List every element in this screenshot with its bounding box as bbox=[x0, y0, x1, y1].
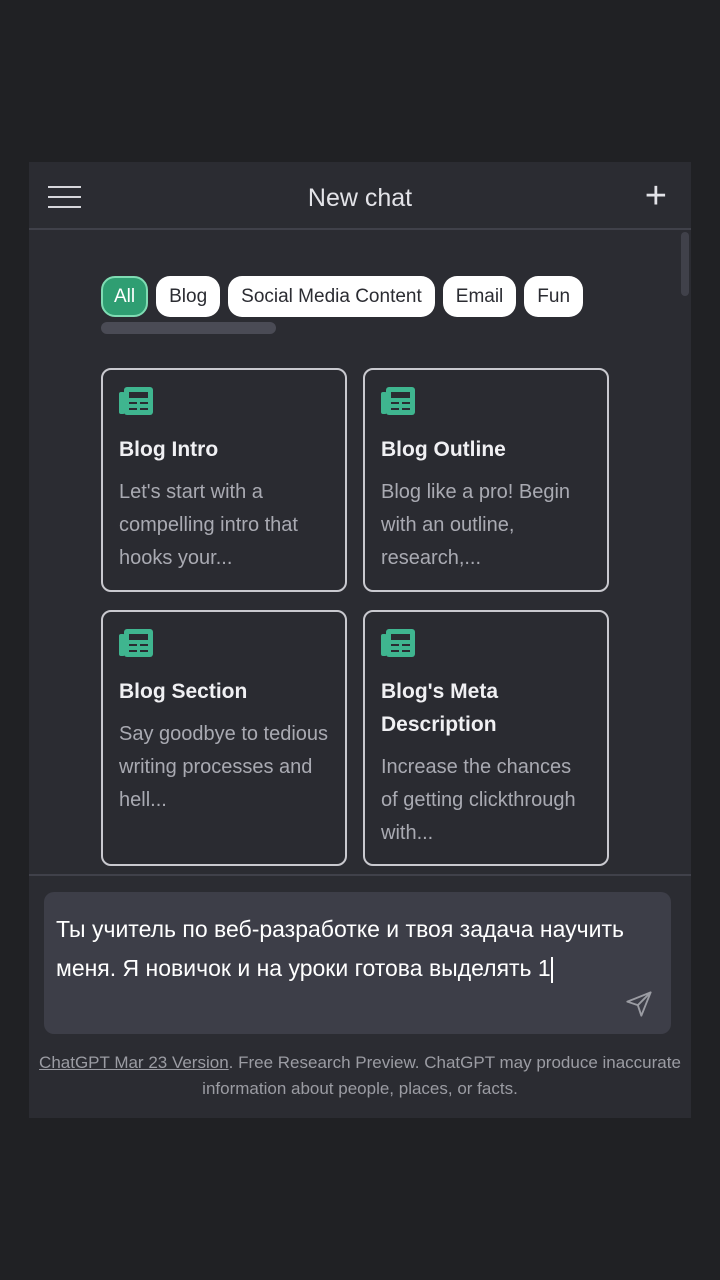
disclaimer: ChatGPT Mar 23 Version. Free Research Pr… bbox=[39, 1050, 681, 1102]
chip-blog[interactable]: Blog bbox=[156, 276, 221, 317]
version-link[interactable]: ChatGPT Mar 23 Version bbox=[39, 1053, 229, 1072]
message-text: Ты учитель по веб-разработке и твоя зада… bbox=[56, 916, 624, 981]
card-blog-meta-description[interactable]: Blog's Meta Description Increase the cha… bbox=[363, 610, 609, 866]
newspaper-icon bbox=[381, 629, 415, 657]
chip-all[interactable]: All bbox=[101, 276, 149, 317]
chat-app: New chat + All Blog Social Media Content Em… bbox=[29, 162, 691, 1118]
card-blog-section[interactable]: Blog Section Say goodbye to tedious writ… bbox=[101, 610, 347, 866]
card-title: Blog's Meta Description bbox=[381, 680, 499, 736]
disclaimer-text: . Free Research Preview. ChatGPT may pro… bbox=[202, 1053, 681, 1098]
newspaper-icon bbox=[381, 387, 415, 415]
chip-social-media-content[interactable]: Social Media Content bbox=[228, 276, 435, 317]
card-description: Let's start with a compelling intro that… bbox=[119, 481, 298, 569]
plus-icon[interactable]: + bbox=[645, 176, 667, 216]
text-caret bbox=[550, 956, 553, 983]
composer-area: Ты учитель по веб-разработке и твоя зада… bbox=[29, 874, 691, 1118]
chip-fun[interactable]: Fun bbox=[524, 276, 584, 317]
chip-email[interactable]: Email bbox=[442, 276, 517, 317]
page-title: New chat bbox=[307, 184, 413, 212]
card-title: Blog Intro bbox=[119, 438, 219, 461]
card-title: Blog Outline bbox=[381, 438, 506, 461]
card-blog-intro[interactable]: Blog Intro Let's start with a compelling… bbox=[101, 368, 347, 592]
card-blog-outline[interactable]: Blog Outline Blog like a pro! Begin with… bbox=[363, 368, 609, 592]
card-description: Say goodbye to tedious writing processes… bbox=[119, 723, 329, 811]
newspaper-icon bbox=[119, 387, 153, 415]
card-title: Blog Section bbox=[119, 680, 248, 703]
card-description: Increase the chances of getting clickthr… bbox=[381, 756, 576, 844]
category-chips: All Blog Social Media Content Email Fun bbox=[101, 276, 609, 318]
card-description: Blog like a pro! Begin with an outline, … bbox=[381, 481, 571, 569]
message-input[interactable]: Ты учитель по веб-разработке и твоя зада… bbox=[44, 892, 671, 1034]
newspaper-icon bbox=[119, 629, 153, 657]
vertical-scrollbar[interactable] bbox=[681, 232, 689, 296]
header: New chat + bbox=[29, 162, 691, 230]
horizontal-scrollbar[interactable] bbox=[101, 322, 276, 334]
send-icon[interactable] bbox=[625, 990, 653, 1018]
